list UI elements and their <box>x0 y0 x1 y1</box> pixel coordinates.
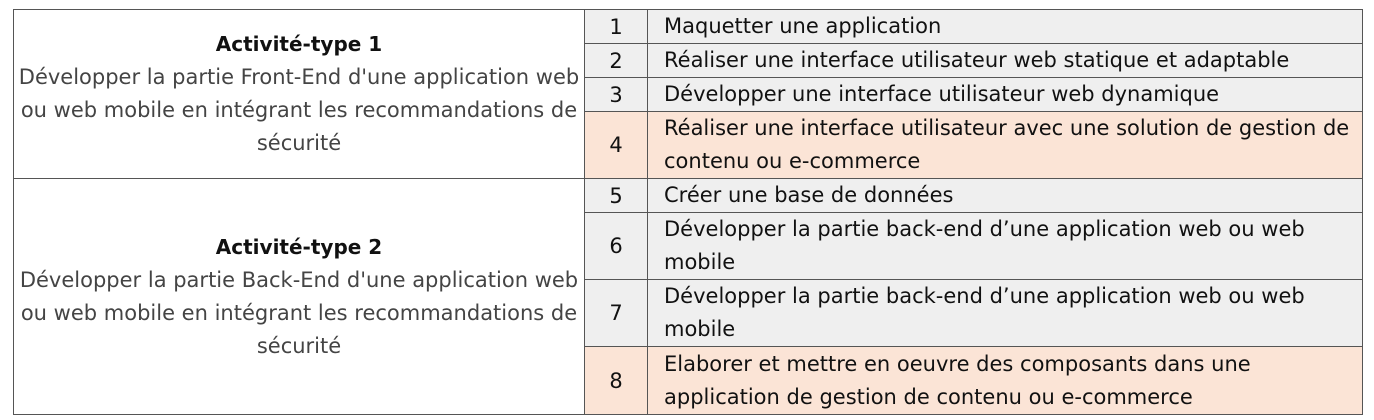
skill-number: 1 <box>584 9 648 44</box>
activity-1-description: Développer la partie Front-End d'une app… <box>18 65 580 155</box>
skills-table: Activité-type 1 Développer la partie Fro… <box>13 9 1363 415</box>
skill-number: 5 <box>584 178 648 213</box>
activity-2-cell: Activité-type 2 Développer la partie Bac… <box>13 178 585 415</box>
activity-2-description: Développer la partie Back-End d'une appl… <box>19 267 579 358</box>
skill-label: Développer la partie back-end d’une appl… <box>647 279 1363 347</box>
skill-label: Créer une base de données <box>647 178 1363 213</box>
activity-1-title: Activité-type 1 <box>215 32 383 56</box>
skill-label: Elaborer et mettre en oeuvre des composa… <box>647 346 1363 415</box>
skill-number: 7 <box>584 279 648 347</box>
table-row: Activité-type 2 Développer la partie Bac… <box>13 178 1363 415</box>
table-row: Activité-type 1 Développer la partie Fro… <box>13 9 1363 179</box>
skill-label: Développer une interface utilisateur web… <box>647 77 1363 112</box>
activity-2-title: Activité-type 2 <box>215 234 383 259</box>
skill-number: 8 <box>584 346 648 415</box>
skill-label: Maquetter une application <box>647 9 1363 44</box>
skill-number: 6 <box>584 212 648 280</box>
activity-1-cell: Activité-type 1 Développer la partie Fro… <box>13 9 585 179</box>
skill-number: 4 <box>584 111 648 179</box>
skill-label: Réaliser une interface utilisateur web s… <box>647 43 1363 78</box>
skill-number: 3 <box>584 77 648 112</box>
skill-label: Développer la partie back-end d’une appl… <box>647 212 1363 280</box>
skill-number: 2 <box>584 43 648 78</box>
skill-label: Réaliser une interface utilisateur avec … <box>647 111 1363 179</box>
